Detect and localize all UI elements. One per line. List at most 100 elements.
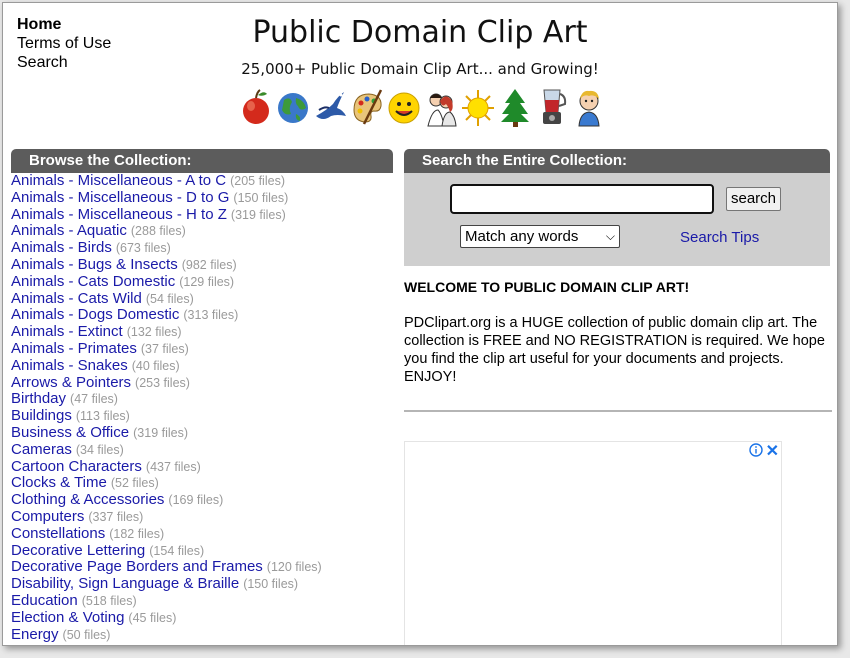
category-item: Energy (50 files) (11, 626, 399, 644)
ad-box: ✕ (404, 441, 782, 645)
category-link[interactable]: Clothing & Accessories (11, 491, 164, 508)
category-item: Cameras (34 files) (11, 441, 399, 459)
category-link[interactable]: Education (11, 592, 78, 609)
category-link[interactable]: Animals - Miscellaneous - H to Z (11, 206, 227, 223)
close-icon[interactable]: ✕ (766, 441, 779, 461)
category-link[interactable]: Arrows & Pointers (11, 374, 131, 391)
category-file-count: (54 files) (145, 291, 194, 306)
category-link[interactable]: Animals - Snakes (11, 357, 128, 374)
site-tagline: 25,000+ Public Domain Clip Art... and Gr… (241, 60, 599, 78)
category-link[interactable]: Computers (11, 508, 84, 525)
category-item: Business & Office (319 files) (11, 424, 399, 442)
category-item: Animals - Bugs & Insects (982 files) (11, 256, 399, 274)
match-mode-value: Match any words (465, 228, 579, 245)
category-link[interactable]: Cartoon Characters (11, 458, 142, 475)
category-file-count: (37 files) (140, 341, 189, 356)
category-link[interactable]: Clocks & Time (11, 474, 107, 491)
category-item: Animals - Extinct (132 files) (11, 323, 399, 341)
category-file-count: (113 files) (75, 409, 130, 424)
category-file-count: (182 files) (109, 526, 165, 541)
category-item: Animals - Dogs Domestic (313 files) (11, 306, 399, 324)
category-link[interactable]: Animals - Cats Domestic (11, 273, 175, 290)
category-link[interactable]: Energy (11, 626, 59, 643)
search-button[interactable]: search (726, 187, 782, 211)
category-link[interactable]: Animals - Dogs Domestic (11, 306, 179, 323)
category-link[interactable]: Animals - Primates (11, 340, 137, 357)
category-item: Arrows & Pointers (253 files) (11, 374, 399, 392)
globe-icon (278, 93, 308, 123)
category-item: Decorative Page Borders and Frames (120 f… (11, 558, 399, 576)
category-file-count: (150 files) (243, 577, 299, 592)
category-link[interactable]: Election & Voting (11, 609, 124, 626)
category-file-count: (154 files) (149, 543, 205, 558)
info-icon[interactable] (749, 443, 763, 457)
category-link[interactable]: Constellations (11, 525, 105, 542)
category-file-count: (34 files) (75, 442, 124, 457)
category-item: Disability, Sign Language & Braille (150 … (11, 575, 399, 593)
category-item: Animals - Snakes (40 files) (11, 357, 399, 375)
category-link[interactable]: Animals - Bugs & Insects (11, 256, 178, 273)
category-list: Animals - Miscellaneous - A to C (205 fil… (11, 172, 399, 644)
category-link[interactable]: Birthday (11, 390, 66, 407)
match-mode-select[interactable]: Match any words ⌵ (460, 225, 620, 248)
sun-icon (462, 90, 494, 126)
browser-page: Home Terms of Use Search Public Domain C… (2, 2, 838, 646)
category-file-count: (253 files) (135, 375, 190, 390)
category-item: Animals - Miscellaneous - D to G (150 fil… (11, 189, 399, 207)
category-item: Animals - Primates (37 files) (11, 340, 399, 358)
category-file-count: (150 files) (233, 190, 289, 205)
category-file-count: (47 files) (70, 392, 118, 407)
category-item: Animals - Miscellaneous - H to Z (319 fil… (11, 206, 399, 224)
category-link[interactable]: Decorative Lettering (11, 542, 145, 559)
category-item: Animals - Miscellaneous - A to C (205 fil… (11, 172, 399, 190)
category-item: Animals - Cats Wild (54 files) (11, 290, 399, 308)
category-item: Clothing & Accessories (169 files) (11, 491, 399, 509)
welcome-title: WELCOME TO PUBLIC DOMAIN CLIP ART! (404, 279, 690, 295)
boy-icon (578, 90, 600, 127)
category-file-count: (288 files) (130, 224, 186, 239)
apple-icon (243, 89, 269, 124)
category-link[interactable]: Animals - Miscellaneous - A to C (11, 172, 226, 189)
category-link[interactable]: Animals - Miscellaneous - D to G (11, 189, 229, 206)
category-file-count: (40 files) (131, 358, 180, 373)
category-file-count: (52 files) (110, 476, 159, 491)
palette-icon (353, 89, 383, 125)
category-item: Computers (337 files) (11, 508, 399, 526)
category-file-count: (120 files) (266, 560, 322, 575)
category-link[interactable]: Disability, Sign Language & Braille (11, 575, 239, 592)
category-item: Decorative Lettering (154 files) (11, 542, 399, 560)
category-link[interactable]: Cameras (11, 441, 72, 458)
category-item: Education (518 files) (11, 592, 399, 610)
category-item: Animals - Cats Domestic (129 files) (11, 273, 399, 291)
category-file-count: (313 files) (183, 308, 239, 323)
category-file-count: (337 files) (88, 509, 144, 524)
search-tips-link[interactable]: Search Tips (680, 229, 759, 246)
category-item: Animals - Aquatic (288 files) (11, 222, 399, 240)
category-file-count: (205 files) (230, 174, 285, 188)
clipart-icon-row (239, 86, 606, 128)
category-link[interactable]: Animals - Birds (11, 239, 112, 256)
category-file-count: (518 files) (81, 593, 137, 608)
browse-heading: Browse the Collection: (11, 149, 393, 173)
category-link[interactable]: Decorative Page Borders and Frames (11, 558, 263, 575)
category-item: Animals - Birds (673 files) (11, 239, 399, 257)
smiley-icon (388, 92, 420, 124)
category-link[interactable]: Buildings (11, 407, 72, 424)
search-panel: search Match any words ⌵ Search Tips (404, 173, 830, 266)
divider (404, 410, 832, 412)
category-file-count: (132 files) (126, 325, 182, 340)
category-link[interactable]: Animals - Aquatic (11, 222, 127, 239)
category-link[interactable]: Animals - Cats Wild (11, 290, 142, 307)
category-link[interactable]: Business & Office (11, 424, 129, 441)
category-file-count: (319 files) (230, 207, 286, 222)
category-file-count: (45 files) (128, 610, 177, 625)
category-item: Birthday (47 files) (11, 390, 399, 408)
bird-icon (316, 92, 346, 119)
blender-icon (543, 89, 567, 124)
welcome-text: PDClipart.org is a HUGE collection of pu… (404, 315, 825, 385)
couple-icon (427, 93, 457, 127)
category-file-count: (129 files) (179, 274, 235, 289)
search-input[interactable] (450, 184, 714, 214)
category-link[interactable]: Animals - Extinct (11, 323, 123, 340)
category-file-count: (437 files) (145, 459, 201, 474)
